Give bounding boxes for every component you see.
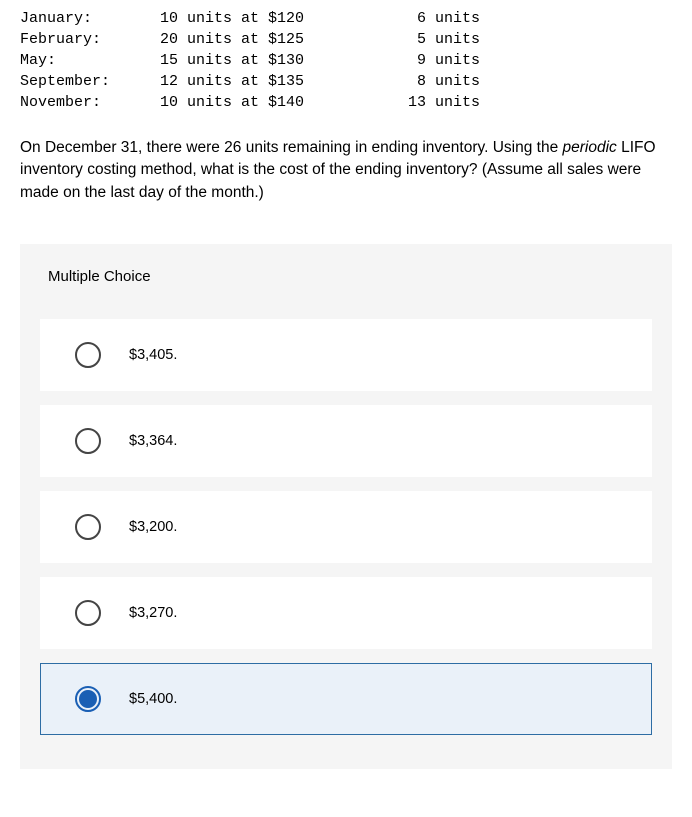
table-row: May: 15 units at $130 9 units — [20, 50, 672, 71]
sold-cell: 9 units — [380, 50, 480, 71]
radio-icon — [75, 428, 101, 454]
units-cell: 12 units at $135 — [160, 71, 380, 92]
units-cell: 15 units at $130 — [160, 50, 380, 71]
sold-cell: 8 units — [380, 71, 480, 92]
question-italic: periodic — [563, 139, 617, 156]
multiple-choice-container: Multiple Choice $3,405. $3,364. $3,200. … — [20, 244, 672, 769]
question-part1: On December 31, there were 26 units rema… — [20, 139, 563, 156]
month-cell: September: — [20, 71, 160, 92]
month-cell: May: — [20, 50, 160, 71]
radio-icon — [75, 600, 101, 626]
option-label: $3,364. — [129, 433, 177, 449]
option-label: $3,405. — [129, 347, 177, 363]
units-cell: 10 units at $120 — [160, 8, 380, 29]
table-row: January: 10 units at $120 6 units — [20, 8, 672, 29]
table-row: September: 12 units at $135 8 units — [20, 71, 672, 92]
radio-icon — [75, 342, 101, 368]
radio-icon — [75, 686, 101, 712]
option-1[interactable]: $3,405. — [40, 319, 652, 391]
option-4[interactable]: $3,270. — [40, 577, 652, 649]
units-cell: 10 units at $140 — [160, 92, 380, 113]
sold-cell: 6 units — [380, 8, 480, 29]
radio-icon — [75, 514, 101, 540]
units-cell: 20 units at $125 — [160, 29, 380, 50]
option-label: $5,400. — [129, 691, 177, 707]
option-2[interactable]: $3,364. — [40, 405, 652, 477]
month-cell: November: — [20, 92, 160, 113]
sold-cell: 5 units — [380, 29, 480, 50]
month-cell: January: — [20, 8, 160, 29]
month-cell: February: — [20, 29, 160, 50]
option-5[interactable]: $5,400. — [40, 663, 652, 735]
table-row: November: 10 units at $140 13 units — [20, 92, 672, 113]
mc-header: Multiple Choice — [20, 244, 672, 305]
table-row: February: 20 units at $125 5 units — [20, 29, 672, 50]
option-label: $3,200. — [129, 519, 177, 535]
data-table: January: 10 units at $120 6 units Februa… — [0, 0, 692, 125]
sold-cell: 13 units — [380, 92, 480, 113]
option-3[interactable]: $3,200. — [40, 491, 652, 563]
option-label: $3,270. — [129, 605, 177, 621]
question-text: On December 31, there were 26 units rema… — [0, 125, 692, 224]
